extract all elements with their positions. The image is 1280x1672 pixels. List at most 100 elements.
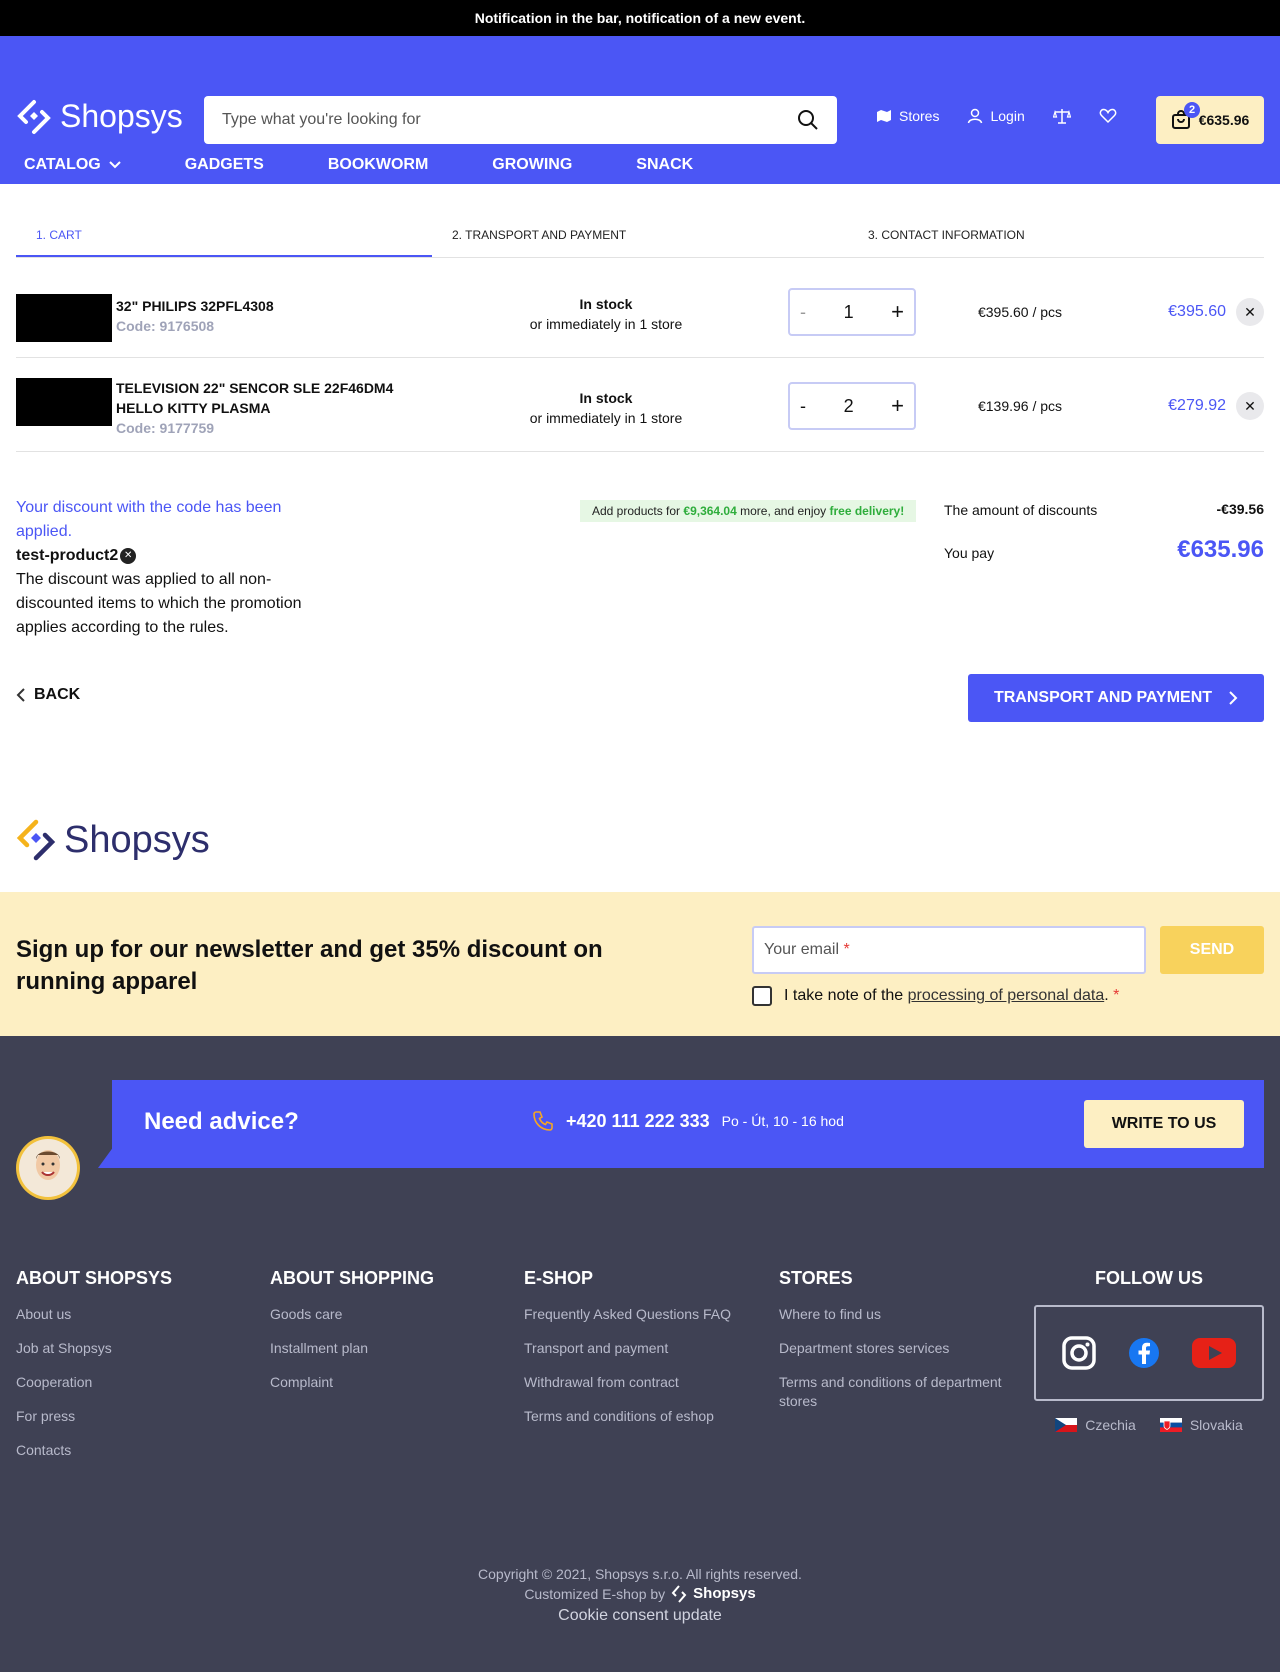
qty-value[interactable]: 2 bbox=[844, 396, 854, 417]
chevron-right-icon bbox=[1229, 691, 1238, 705]
instagram-icon[interactable] bbox=[1062, 1336, 1096, 1370]
youtube-icon[interactable] bbox=[1192, 1338, 1236, 1368]
newsletter-title: Sign up for our newsletter and get 35% d… bbox=[16, 936, 603, 995]
nav-item-snack[interactable]: SNACK bbox=[612, 156, 717, 174]
search-icon[interactable] bbox=[797, 109, 819, 131]
product-image[interactable] bbox=[16, 294, 112, 342]
footer-col-stores: STORES Where to find us Department store… bbox=[779, 1268, 1009, 1426]
product-name[interactable]: 32" PHILIPS 32PFL4308 bbox=[116, 296, 396, 316]
checkout-steps: 1. CART 2. TRANSPORT AND PAYMENT 3. CONT… bbox=[16, 222, 1264, 258]
availability: In stock or immediately in 1 store bbox=[496, 294, 716, 334]
phone-number[interactable]: +420 111 222 333 bbox=[566, 1111, 710, 1132]
compare-link[interactable] bbox=[1052, 108, 1071, 124]
quantity-stepper: - 2 + bbox=[788, 382, 916, 430]
footer-link[interactable]: Withdrawal from contract bbox=[524, 1373, 731, 1392]
footer-link[interactable]: Job at Shopsys bbox=[16, 1339, 172, 1358]
product-code: Code: 9177759 bbox=[116, 420, 215, 436]
stock-store[interactable]: or immediately in 1 store bbox=[530, 410, 683, 426]
newsletter-send-button[interactable]: SEND bbox=[1160, 926, 1264, 974]
qty-increase-button[interactable]: + bbox=[891, 299, 904, 325]
nav-item-catalog[interactable]: CATALOG bbox=[0, 156, 145, 174]
write-to-us-button[interactable]: WRITE TO US bbox=[1084, 1100, 1244, 1148]
footer-link[interactable]: Installment plan bbox=[270, 1339, 434, 1358]
step-transport-payment[interactable]: 2. TRANSPORT AND PAYMENT bbox=[432, 222, 848, 257]
qty-value[interactable]: 1 bbox=[844, 302, 854, 323]
footer-link[interactable]: Frequently Asked Questions FAQ bbox=[524, 1305, 731, 1324]
nav-item-growing[interactable]: GROWING bbox=[468, 156, 596, 174]
customized-label: Customized E-shop by bbox=[524, 1586, 666, 1602]
unit-price: €139.96 / pcs bbox=[977, 398, 1063, 414]
lang-slovakia[interactable]: Slovakia bbox=[1159, 1417, 1243, 1433]
cart-row: TELEVISION 22" SENCOR SLE 22F46DM4 HELLO… bbox=[16, 358, 1264, 452]
newsletter-section: Sign up for our newsletter and get 35% d… bbox=[0, 892, 1280, 1036]
login-link[interactable]: Login bbox=[967, 108, 1025, 124]
avatar bbox=[16, 1136, 80, 1200]
advice-banner: Need advice? +420 111 222 333 Po - Út, 1… bbox=[112, 1080, 1264, 1168]
remove-discount-icon[interactable]: ✕ bbox=[120, 548, 137, 564]
product-name[interactable]: TELEVISION 22" SENCOR SLE 22F46DM4 HELLO… bbox=[116, 378, 396, 418]
wishlist-link[interactable] bbox=[1099, 108, 1117, 124]
nav-label: CATALOG bbox=[24, 156, 101, 173]
footer-link[interactable]: Cooperation bbox=[16, 1373, 172, 1392]
language-switcher: Czechia Slovakia bbox=[1034, 1417, 1264, 1433]
you-pay-value: €635.96 bbox=[1177, 536, 1264, 563]
footer-col-about-shopping: ABOUT SHOPPING Goods care Installment pl… bbox=[270, 1268, 434, 1407]
back-label: BACK bbox=[34, 686, 81, 703]
search-box bbox=[204, 96, 837, 144]
lang-czechia[interactable]: Czechia bbox=[1055, 1417, 1136, 1433]
search-input[interactable] bbox=[222, 111, 797, 129]
footer-link[interactable]: Contacts bbox=[16, 1441, 172, 1460]
required-mark: * bbox=[1108, 987, 1120, 1004]
advice-hours: Po - Út, 10 - 16 hod bbox=[721, 1113, 844, 1129]
footer-link[interactable]: Transport and payment bbox=[524, 1339, 731, 1358]
cart-button[interactable]: 2 €635.96 bbox=[1156, 96, 1264, 144]
discount-applied-message: Your discount with the code has been app… bbox=[16, 499, 282, 540]
footer-link[interactable]: About us bbox=[16, 1305, 172, 1324]
footer-link[interactable]: Complaint bbox=[270, 1373, 434, 1392]
footer-link[interactable]: For press bbox=[16, 1407, 172, 1426]
stock-status: In stock bbox=[579, 296, 633, 312]
product-image[interactable] bbox=[16, 378, 112, 426]
nav-label: GROWING bbox=[492, 156, 573, 173]
footer-logo[interactable]: Shopsys bbox=[16, 818, 210, 862]
nav-item-bookworm[interactable]: BOOKWORM bbox=[304, 156, 452, 174]
personal-data-link[interactable]: processing of personal data bbox=[908, 987, 1105, 1004]
facebook-icon[interactable] bbox=[1128, 1337, 1160, 1369]
remove-item-button[interactable]: ✕ bbox=[1236, 298, 1264, 326]
cookie-consent-link[interactable]: Cookie consent update bbox=[0, 1606, 1280, 1626]
qty-increase-button[interactable]: + bbox=[891, 393, 904, 419]
copyright-text: Copyright © 2021, Shopsys s.r.o. All rig… bbox=[478, 1566, 802, 1582]
row-total: €279.92 bbox=[1168, 397, 1226, 414]
stores-link[interactable]: Stores bbox=[876, 108, 939, 124]
footer-link[interactable]: Goods care bbox=[270, 1305, 434, 1324]
qty-decrease-button[interactable]: - bbox=[800, 396, 806, 417]
logo[interactable]: Shopsys bbox=[16, 98, 183, 135]
customized-by: Customized E-shop by Shopsys bbox=[0, 1584, 1280, 1604]
footer-link[interactable]: Department stores services bbox=[779, 1339, 1009, 1358]
step-cart[interactable]: 1. CART bbox=[16, 222, 432, 257]
back-button[interactable]: BACK bbox=[16, 686, 80, 704]
lang-label: Slovakia bbox=[1189, 1417, 1243, 1433]
step-contact-information[interactable]: 3. CONTACT INFORMATION bbox=[848, 222, 1264, 257]
lang-label: Czechia bbox=[1085, 1417, 1136, 1433]
transport-payment-button[interactable]: TRANSPORT AND PAYMENT bbox=[968, 674, 1264, 722]
nav-item-gadgets[interactable]: GADGETS bbox=[161, 156, 288, 174]
footer-link[interactable]: Terms and conditions of eshop bbox=[524, 1407, 731, 1426]
unit-price: €395.60 / pcs bbox=[977, 304, 1063, 320]
customized-brand[interactable]: Shopsys bbox=[693, 1584, 756, 1604]
login-label: Login bbox=[990, 108, 1025, 124]
free-delivery-banner: Add products for €9,364.04 more, and enj… bbox=[580, 500, 917, 522]
chevron-down-icon bbox=[109, 161, 121, 169]
logo-mark-icon bbox=[16, 819, 56, 861]
remove-item-button[interactable]: ✕ bbox=[1236, 392, 1264, 420]
footer-link[interactable]: Where to find us bbox=[779, 1305, 1009, 1324]
footer-col-title: E-SHOP bbox=[524, 1268, 594, 1288]
qty-decrease-button[interactable]: - bbox=[800, 302, 806, 323]
nav-label: SNACK bbox=[636, 156, 694, 173]
discounts-label: The amount of discounts bbox=[944, 502, 1098, 518]
slovak-flag-icon bbox=[1159, 1418, 1182, 1432]
footer-link[interactable]: Terms and conditions of department store… bbox=[779, 1373, 1009, 1411]
consent-checkbox[interactable] bbox=[752, 986, 772, 1006]
newsletter-email-field[interactable]: Your email * bbox=[752, 926, 1146, 974]
stock-store[interactable]: or immediately in 1 store bbox=[530, 316, 683, 332]
